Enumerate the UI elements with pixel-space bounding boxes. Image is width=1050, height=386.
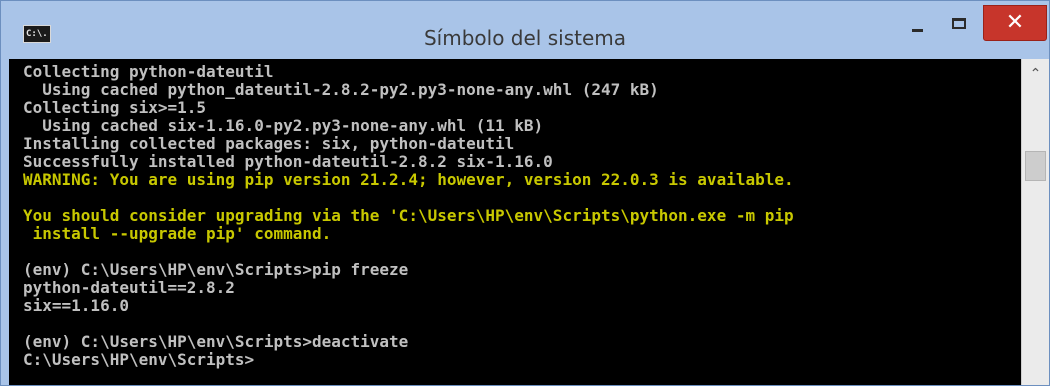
- console-line: Using cached python_dateutil-2.8.2-py2.p…: [23, 80, 659, 99]
- window-title: Símbolo del sistema: [423, 26, 626, 50]
- scrollbar-thumb[interactable]: [1025, 151, 1046, 181]
- console-prompt-line: (env) C:\Users\HP\env\Scripts>pip freeze: [23, 260, 409, 279]
- console-line: python-dateutil==2.8.2: [23, 278, 235, 297]
- console-prompt-line: (env) C:\Users\HP\env\Scripts>deactivate: [23, 332, 409, 351]
- console-output-area[interactable]: Collecting python-dateutil Using cached …: [9, 59, 1021, 385]
- console-line: Collecting six>=1.5: [23, 98, 207, 117]
- minimize-button[interactable]: [901, 5, 933, 41]
- console-warning-line: install --upgrade pip' command.: [23, 224, 332, 243]
- console-line: six==1.16.0: [23, 296, 129, 315]
- console-warning-line: You should consider upgrading via the 'C…: [23, 206, 794, 225]
- close-icon: ✕: [1005, 10, 1025, 35]
- chevron-up-icon: ⌃: [1029, 66, 1042, 82]
- console-icon[interactable]: C:\.: [23, 25, 51, 43]
- command-prompt-window: C:\. Símbolo del sistema ✕ Collecting py…: [0, 0, 1050, 386]
- console-text: Collecting python-dateutil Using cached …: [23, 63, 794, 369]
- console-line: Collecting python-dateutil: [23, 62, 274, 81]
- maximize-icon: [952, 17, 966, 29]
- console-line: Successfully installed python-dateutil-2…: [23, 152, 553, 171]
- maximize-button[interactable]: [939, 5, 979, 41]
- console-line: Installing collected packages: six, pyth…: [23, 134, 515, 153]
- minimize-icon: [911, 28, 923, 32]
- console-prompt-line: C:\Users\HP\env\Scripts>: [23, 350, 255, 369]
- scroll-up-button[interactable]: ⌃: [1022, 59, 1049, 89]
- title-bar[interactable]: C:\. Símbolo del sistema ✕: [1, 1, 1049, 59]
- console-warning-line: WARNING: You are using pip version 21.2.…: [23, 170, 794, 189]
- console-line: Using cached six-1.16.0-py2.py3-none-any…: [23, 116, 544, 135]
- vertical-scrollbar[interactable]: ⌃: [1021, 59, 1049, 385]
- close-button[interactable]: ✕: [983, 5, 1047, 41]
